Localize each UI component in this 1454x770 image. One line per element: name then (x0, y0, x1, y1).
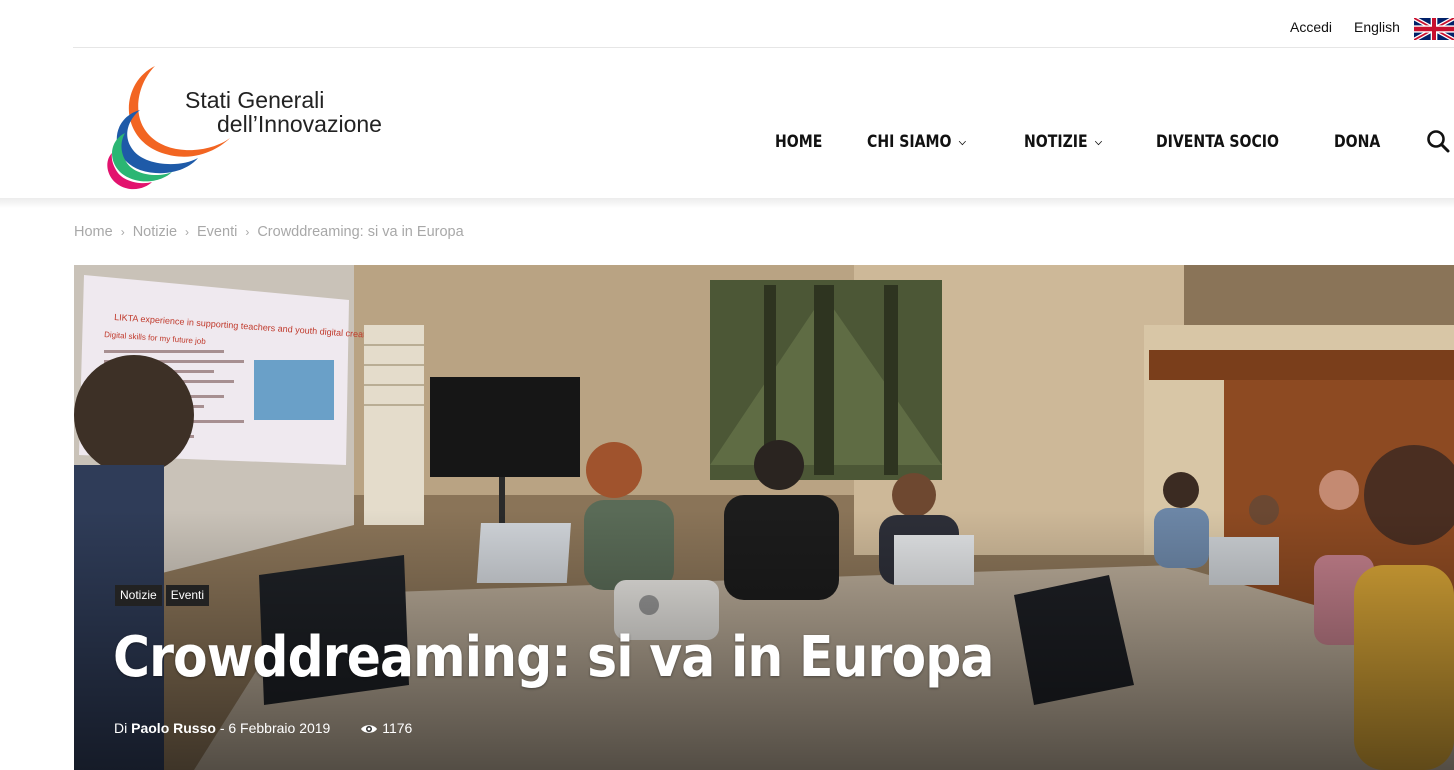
top-bar: Accedi English (0, 0, 1454, 48)
author-link[interactable]: Paolo Russo (131, 720, 216, 736)
view-count: 1176 (360, 720, 412, 736)
uk-flag-icon[interactable] (1414, 18, 1454, 40)
article-title: Crowddreaming: si va in Europa (113, 625, 994, 690)
nav-item-notizie[interactable]: NOTIZIE ⌵ (1024, 132, 1102, 152)
eye-icon (361, 725, 378, 733)
date-separator: - (219, 720, 225, 736)
category-tag-notizie[interactable]: Notizie (115, 585, 162, 606)
breadcrumb-home[interactable]: Home (74, 224, 113, 240)
login-link[interactable]: Accedi (1290, 19, 1332, 35)
breadcrumb-separator-icon: › (245, 225, 250, 239)
article-meta: Di Paolo Russo - 6 Febbraio 2019 1176 (114, 720, 412, 736)
breadcrumb-separator-icon: › (120, 225, 125, 239)
nav-item-home[interactable]: HOME (775, 132, 822, 152)
nav-item-diventa-socio[interactable]: DIVENTA SOCIO (1156, 132, 1279, 152)
header-shadow (0, 198, 1454, 208)
logo-text-line1: Stati Generali (185, 87, 325, 113)
article-date: 6 Febbraio 2019 (228, 720, 331, 736)
nav-item-label: HOME (775, 132, 823, 152)
search-icon[interactable] (1425, 128, 1453, 156)
breadcrumb-current: Crowddreaming: si va in Europa (257, 224, 464, 240)
nav-item-label: DONA (1334, 132, 1381, 152)
nav-item-label: DIVENTA SOCIO (1156, 132, 1279, 152)
author-prefix: Di (114, 720, 128, 736)
view-count-value: 1176 (382, 720, 413, 736)
breadcrumb-separator-icon: › (185, 225, 190, 239)
site-header: Stati Generali dell’Innovazione HOME CHI… (0, 48, 1454, 198)
nav-item-chi-siamo[interactable]: CHI SIAMO ⌵ (867, 132, 966, 152)
nav-item-label: NOTIZIE (1024, 132, 1088, 152)
chevron-down-icon: ⌵ (958, 137, 966, 148)
language-selector[interactable]: English (1354, 19, 1400, 35)
site-logo[interactable]: Stati Generali dell’Innovazione (100, 58, 440, 193)
logo-text-line2: dell’Innovazione (217, 111, 382, 137)
nav-item-label: CHI SIAMO (867, 132, 952, 152)
breadcrumb-notizie[interactable]: Notizie (133, 224, 177, 240)
breadcrumb-eventi[interactable]: Eventi (197, 224, 237, 240)
breadcrumb: Home › Notizie › Eventi › Crowddreaming: si va… (74, 224, 464, 240)
category-tags: Notizie Eventi (115, 585, 213, 606)
nav-item-dona[interactable]: DONA (1334, 132, 1380, 152)
chevron-down-icon: ⌵ (1094, 137, 1102, 148)
featured-image: LIKTA experience in supporting teachers … (74, 265, 1454, 770)
category-tag-eventi[interactable]: Eventi (165, 585, 210, 606)
